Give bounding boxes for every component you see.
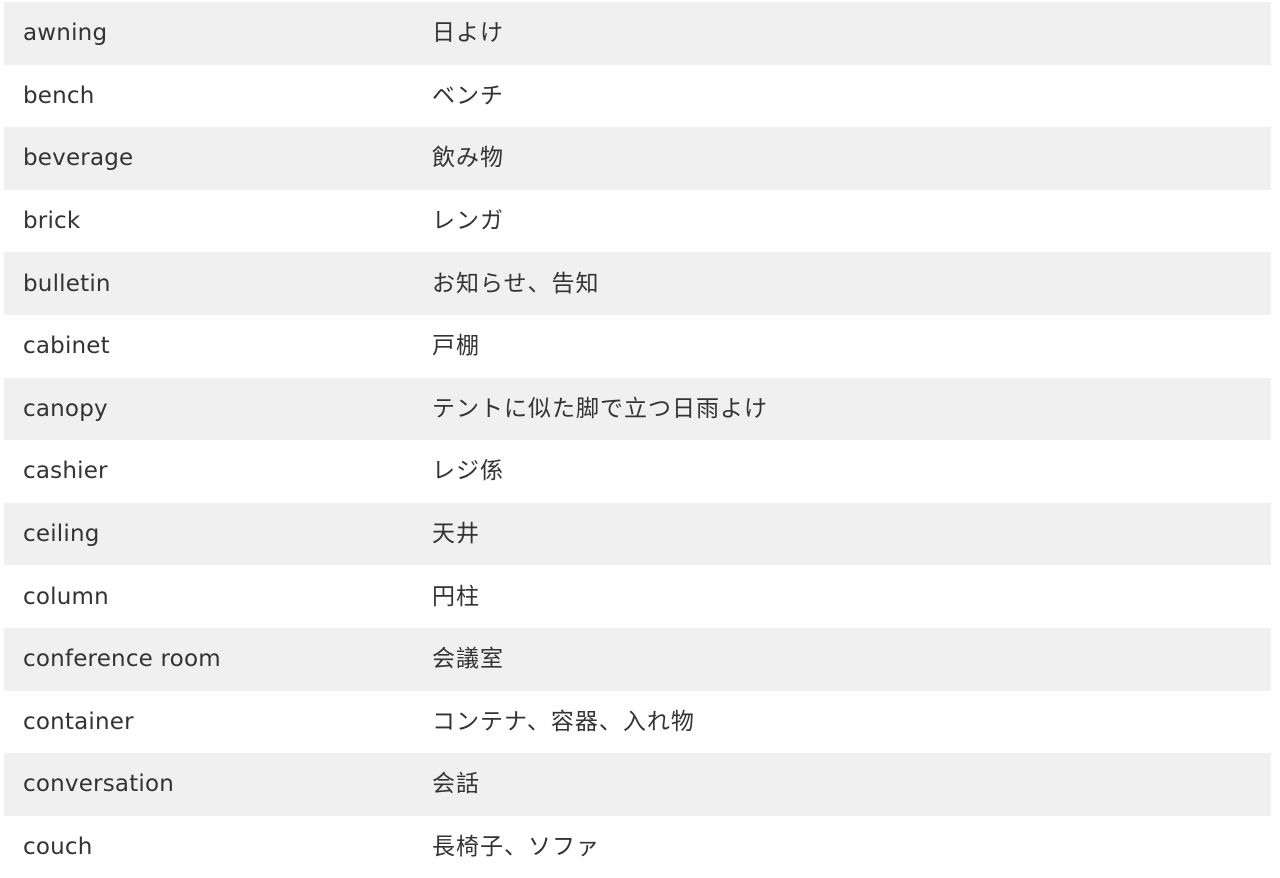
table-row: ceiling 天井 (4, 502, 1271, 566)
english-term: canopy (23, 395, 108, 422)
table-row: bench ベンチ (4, 64, 1271, 128)
japanese-translation: テントに似た脚で立つ日雨よけ (432, 395, 768, 422)
english-term: ceiling (23, 521, 100, 548)
japanese-translation: 会話 (432, 771, 480, 798)
japanese-translation: 会議室 (432, 646, 504, 673)
english-term: brick (23, 208, 81, 235)
english-term: column (23, 583, 109, 610)
japanese-translation: 円柱 (432, 583, 480, 610)
table-row: bulletin お知らせ、告知 (4, 252, 1271, 315)
english-term: bulletin (23, 270, 111, 297)
table-row: cashier レジ係 (4, 440, 1271, 503)
table-row: conversation 会話 (4, 753, 1271, 816)
vocabulary-table: awning 日よけ bench ベンチ beverage 飲み物 brick … (4, 2, 1271, 878)
japanese-translation: ベンチ (432, 82, 504, 109)
english-term: container (23, 708, 134, 735)
vocabulary-table-body: awning 日よけ bench ベンチ beverage 飲み物 brick … (4, 2, 1271, 878)
english-term: bench (23, 82, 95, 109)
table-row: conference room 会議室 (4, 627, 1271, 691)
japanese-translation: レンガ (432, 208, 504, 235)
japanese-translation: 飲み物 (432, 145, 504, 172)
table-row: brick レンガ (4, 189, 1271, 253)
japanese-translation: 長椅子、ソファ (432, 834, 600, 861)
japanese-translation: コンテナ、容器、入れ物 (432, 708, 695, 735)
table-row: cabinet 戸棚 (4, 314, 1271, 378)
english-term: awning (23, 20, 108, 47)
table-row: column 円柱 (4, 565, 1271, 628)
english-term: conversation (23, 771, 175, 798)
english-term: couch (23, 834, 93, 861)
japanese-translation: レジ係 (432, 458, 504, 485)
english-term: cashier (23, 458, 108, 485)
table-row: canopy テントに似た脚で立つ日雨よけ (4, 377, 1271, 441)
table-row: couch 長椅子、ソファ (4, 815, 1271, 878)
japanese-translation: 戸棚 (432, 333, 480, 360)
japanese-translation: 天井 (432, 521, 480, 548)
japanese-translation: 日よけ (432, 20, 504, 47)
table-row: awning 日よけ (4, 2, 1271, 65)
table-row: container コンテナ、容器、入れ物 (4, 690, 1271, 754)
table-row: beverage 飲み物 (4, 127, 1271, 190)
japanese-translation: お知らせ、告知 (432, 270, 600, 297)
english-term: beverage (23, 145, 134, 172)
english-term: cabinet (23, 333, 110, 360)
english-term: conference room (23, 646, 221, 673)
